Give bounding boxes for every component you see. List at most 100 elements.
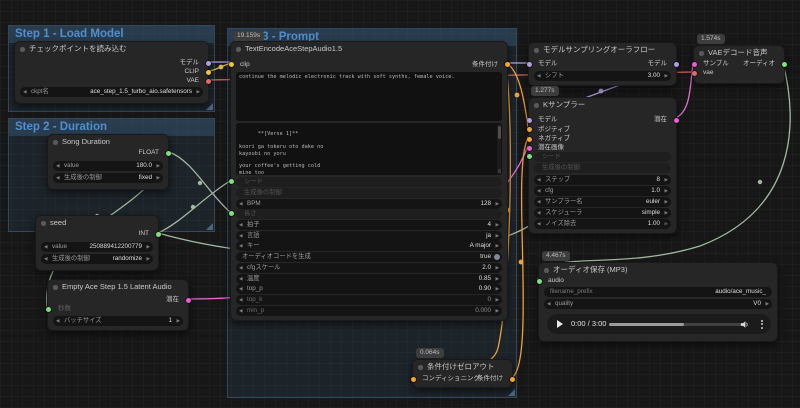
node-text-encode-ace-step[interactable]: TextEncodeAceStepAudio1.5 clip 条件付け cont… [230, 41, 508, 321]
widget-generate-audio-codes-toggle[interactable]: オーディオコードを生成 true [236, 252, 502, 262]
widget-control-after-generate[interactable]: ◀ 生成後の制御 fixed ▶ [53, 173, 163, 183]
node-seed[interactable]: seed INT ◀ value 250889412200779 ▶ ◀ 生成後… [35, 215, 159, 271]
arrow-right-icon[interactable]: ▶ [495, 306, 499, 316]
node-title-bar[interactable]: VAEデコード音声 [694, 46, 784, 59]
node-vae-decode-audio[interactable]: VAEデコード音声 サンプル オーディオ vae [693, 45, 785, 84]
lyrics-textarea[interactable]: **[Verse 1]** koori ga tokeru oto dake n… [236, 123, 502, 175]
output-port-int[interactable] [156, 232, 161, 237]
input-port-samples[interactable] [692, 62, 697, 67]
output-port-conditioning[interactable] [505, 62, 510, 67]
widget-control-after-generate[interactable]: 生成後の制御 [534, 163, 671, 173]
arrow-left-icon[interactable]: ◀ [239, 199, 243, 209]
input-port-seed[interactable] [229, 179, 234, 184]
widget-ckpt-name[interactable]: ◀ ckpt名 ace_step_1.5_turbo_aio.safetenso… [20, 87, 203, 97]
arrow-left-icon[interactable]: ◀ [537, 186, 541, 196]
arrow-left-icon[interactable]: ◀ [537, 175, 541, 185]
node-empty-latent-audio[interactable]: Empty Ace Step 1.5 Latent Audio 潜在 秒数 ◀ … [47, 279, 189, 331]
scrollbar[interactable] [497, 124, 501, 174]
widget-shift[interactable]: ◀ シフト 3.00 ▶ [534, 71, 671, 81]
node-model-sampling-auraflow[interactable]: モデルサンプリングオーラフロー モデル モデル ◀ シフト 3.00 ▶ [528, 42, 677, 86]
collapse-dot-icon[interactable] [699, 51, 704, 56]
volume-icon[interactable] [740, 320, 749, 329]
widget-control-after-generate[interactable]: 生成後の制御 [236, 188, 502, 198]
node-title-bar[interactable]: Song Duration [48, 135, 168, 148]
toggle-knob[interactable] [494, 254, 500, 260]
widget-cfg[interactable]: ◀ cfg 1.0 ▶ [534, 186, 671, 196]
arrow-left-icon[interactable]: ◀ [239, 306, 243, 316]
input-port-latent-image[interactable] [527, 146, 532, 151]
arrow-right-icon[interactable]: ▶ [664, 175, 668, 185]
node-title-bar[interactable]: オーディオ保存 (MP3) [539, 263, 777, 276]
collapse-dot-icon[interactable] [20, 47, 25, 52]
input-port-audio[interactable] [537, 279, 542, 284]
widget-temperature[interactable]: ◀ 温度 0.85 ▶ [236, 274, 502, 284]
output-port-clip[interactable] [206, 70, 211, 75]
arrow-right-icon[interactable]: ▶ [495, 295, 499, 305]
arrow-left-icon[interactable]: ◀ [23, 87, 27, 97]
arrow-right-icon[interactable]: ▶ [664, 208, 668, 218]
arrow-right-icon[interactable]: ▶ [495, 284, 499, 294]
collapse-dot-icon[interactable] [53, 285, 58, 290]
arrow-right-icon[interactable]: ▶ [495, 199, 499, 209]
collapse-dot-icon[interactable] [418, 365, 423, 370]
widget-steps[interactable]: ◀ ステップ 8 ▶ [534, 175, 671, 185]
node-title-bar[interactable]: チェックポイントを読み込む [15, 42, 208, 55]
arrow-right-icon[interactable]: ▶ [664, 197, 668, 207]
input-port-length[interactable] [229, 211, 234, 216]
arrow-left-icon[interactable]: ◀ [56, 173, 60, 183]
output-port-latent[interactable] [674, 118, 679, 123]
widget-min-p[interactable]: ◀ min_p 0.000 ▶ [236, 306, 502, 316]
arrow-right-icon[interactable]: ▶ [146, 242, 150, 252]
arrow-right-icon[interactable]: ▶ [495, 231, 499, 241]
arrow-right-icon[interactable]: ▶ [664, 186, 668, 196]
collapse-dot-icon[interactable] [236, 47, 241, 52]
arrow-left-icon[interactable]: ◀ [44, 254, 48, 264]
node-title-bar[interactable]: TextEncodeAceStepAudio1.5 [231, 42, 507, 55]
collapse-dot-icon[interactable] [534, 48, 539, 53]
widget-sampler-name[interactable]: ◀ サンプラー名 euler ▶ [534, 197, 671, 207]
input-port-clip[interactable] [229, 62, 234, 67]
arrow-right-icon[interactable]: ▶ [765, 299, 769, 309]
arrow-left-icon[interactable]: ◀ [44, 242, 48, 252]
node-title-bar[interactable]: seed [36, 216, 158, 229]
widget-seed-input[interactable]: シード [534, 152, 671, 162]
arrow-right-icon[interactable]: ▶ [156, 161, 160, 171]
output-port-latent[interactable] [186, 298, 191, 303]
arrow-left-icon[interactable]: ◀ [239, 274, 243, 284]
widget-seed-input[interactable]: シード [236, 177, 502, 187]
output-port-conditioning[interactable] [510, 377, 515, 382]
widget-control-after-generate[interactable]: ◀ 生成後の制御 randomize ▶ [41, 254, 153, 264]
input-port-seconds[interactable] [46, 307, 51, 312]
arrow-right-icon[interactable]: ▶ [664, 71, 668, 81]
arrow-left-icon[interactable]: ◀ [537, 219, 541, 229]
scrollbar-thumb[interactable] [498, 126, 501, 139]
tags-textarea[interactable]: continue the melodic electronic track wi… [236, 72, 502, 121]
player-seek-bar[interactable] [609, 323, 745, 326]
arrow-right-icon[interactable]: ▶ [196, 87, 200, 97]
node-conditioning-zero-out[interactable]: 条件付けゼロアウト コンディショニング 条件付け [412, 359, 513, 388]
arrow-right-icon[interactable]: ▶ [146, 254, 150, 264]
arrow-right-icon[interactable]: ▶ [495, 274, 499, 284]
input-port-model[interactable] [527, 118, 532, 123]
collapse-dot-icon[interactable] [41, 221, 46, 226]
widget-top-k[interactable]: ◀ top_k 0 ▶ [236, 295, 502, 305]
widget-key[interactable]: ◀ キー A major ▶ [236, 241, 502, 251]
audio-player[interactable]: 0:00 / 3:00 [547, 314, 771, 334]
arrow-right-icon[interactable]: ▶ [664, 219, 668, 229]
player-menu-icon[interactable] [761, 320, 763, 331]
arrow-right-icon[interactable]: ▶ [495, 263, 499, 273]
widget-length-input[interactable]: 長さ [236, 209, 502, 219]
output-port-model[interactable] [674, 62, 679, 67]
collapse-dot-icon[interactable] [53, 140, 58, 145]
arrow-left-icon[interactable]: ◀ [537, 208, 541, 218]
arrow-left-icon[interactable]: ◀ [239, 263, 243, 273]
output-port-audio[interactable] [782, 62, 787, 67]
widget-seed-value[interactable]: ◀ value 250889412200779 ▶ [41, 242, 153, 252]
arrow-right-icon[interactable]: ▶ [176, 316, 180, 326]
widget-quality[interactable]: ◀ quality V0 ▶ [544, 299, 772, 309]
arrow-left-icon[interactable]: ◀ [56, 316, 60, 326]
arrow-left-icon[interactable]: ◀ [537, 197, 541, 207]
node-title-bar[interactable]: 条件付けゼロアウト [413, 360, 512, 373]
widget-denoise[interactable]: ◀ ノイズ除去 1.00 ▶ [534, 219, 671, 229]
arrow-left-icon[interactable]: ◀ [547, 299, 551, 309]
